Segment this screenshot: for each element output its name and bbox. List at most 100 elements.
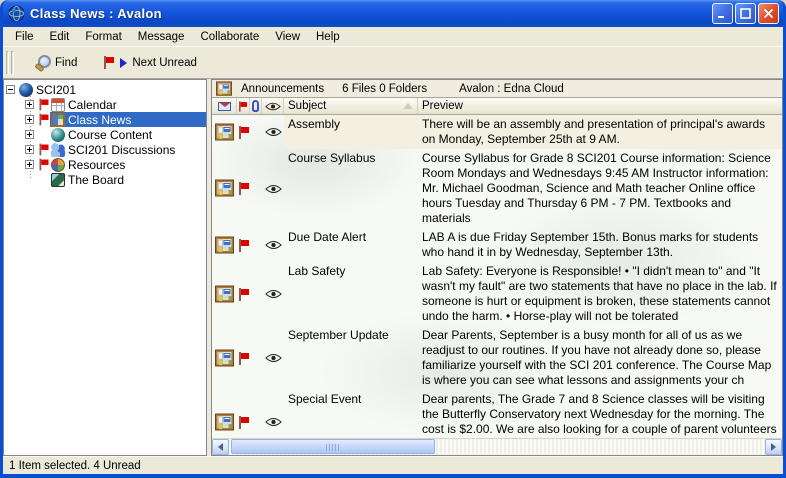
message-row-assembly[interactable]: Assembly There will be an assembly and p… bbox=[212, 115, 782, 149]
message-row-lab-safety[interactable]: Lab Safety Lab Safety: Everyone is Respo… bbox=[212, 262, 782, 326]
window-controls bbox=[710, 3, 779, 24]
board-icon bbox=[51, 173, 65, 187]
calendar-icon bbox=[51, 98, 65, 112]
class-news-icon bbox=[51, 113, 65, 127]
bulletin-item-icon bbox=[214, 236, 235, 255]
bulletin-item-icon bbox=[214, 285, 235, 304]
message-subject: Lab Safety bbox=[284, 262, 418, 326]
status-bar: 1 Item selected. 4 Unread bbox=[3, 456, 783, 474]
minimize-button[interactable] bbox=[712, 3, 733, 24]
unread-flag-icon bbox=[38, 99, 49, 111]
expand-box-icon[interactable] bbox=[25, 145, 34, 154]
unread-flag-icon bbox=[238, 126, 250, 139]
column-subject[interactable]: Subject bbox=[284, 98, 418, 114]
bulletin-board-icon bbox=[215, 81, 233, 97]
server-user-location: Avalon : Edna Cloud bbox=[459, 83, 564, 95]
application-window: Class News : Avalon FileEditFormatMessag… bbox=[0, 0, 786, 478]
menu-item-view[interactable]: View bbox=[267, 29, 308, 45]
file-folder-counts: 6 Files 0 Folders bbox=[342, 83, 427, 95]
eye-icon bbox=[265, 240, 282, 250]
tree-item-resources[interactable]: Resources bbox=[4, 157, 206, 172]
menubar: FileEditFormatMessageCollaborateViewHelp bbox=[3, 27, 783, 46]
folder-tree: SCI201 Calendar Class News Course Conten… bbox=[4, 80, 206, 187]
expand-box-icon[interactable] bbox=[25, 115, 34, 124]
message-preview: Dear Parents, September is a busy month … bbox=[418, 326, 782, 390]
tree-item-calendar[interactable]: Calendar bbox=[4, 97, 206, 112]
menu-item-message[interactable]: Message bbox=[130, 29, 193, 45]
menu-item-edit[interactable]: Edit bbox=[42, 29, 78, 45]
tree-item-sci201-discussions[interactable]: SCI201 Discussions bbox=[4, 142, 206, 157]
eye-icon bbox=[265, 289, 282, 299]
expand-box-icon[interactable] bbox=[25, 130, 34, 139]
eye-icon bbox=[265, 184, 282, 194]
tree-item-sci201[interactable]: SCI201 bbox=[4, 82, 206, 97]
message-preview: LAB A is due Friday September 15th. Bonu… bbox=[418, 228, 782, 262]
scrollbar-thumb[interactable] bbox=[231, 439, 435, 454]
message-row-due-date-alert[interactable]: Due Date Alert LAB A is due Friday Septe… bbox=[212, 228, 782, 262]
column-flag-icon[interactable] bbox=[237, 98, 250, 114]
maximize-button[interactable] bbox=[735, 3, 756, 24]
tree-item-label: SCI201 bbox=[36, 83, 76, 97]
scrollbar-track[interactable] bbox=[230, 439, 782, 455]
next-unread-button[interactable]: Next Unread bbox=[97, 53, 203, 72]
eye-icon bbox=[265, 417, 282, 427]
status-text: 1 Item selected. 4 Unread bbox=[9, 460, 141, 472]
sort-ascending-icon bbox=[403, 103, 413, 109]
message-subject: Special Event bbox=[284, 390, 418, 438]
message-subject: Assembly bbox=[284, 115, 418, 149]
eye-icon bbox=[265, 353, 282, 363]
unread-flag-icon bbox=[38, 114, 49, 126]
horizontal-scrollbar[interactable] bbox=[212, 438, 782, 455]
course-content-icon bbox=[51, 128, 65, 142]
message-row-course-syllabus[interactable]: Course Syllabus Course Syllabus for Grad… bbox=[212, 149, 782, 228]
column-header-row: Subject Preview bbox=[212, 98, 782, 115]
discussions-icon bbox=[51, 143, 65, 157]
column-attachment-icon[interactable] bbox=[250, 98, 262, 114]
scroll-left-button[interactable] bbox=[212, 439, 229, 455]
scroll-right-button[interactable] bbox=[765, 439, 782, 455]
close-button[interactable] bbox=[758, 3, 779, 24]
column-read-icon[interactable] bbox=[262, 98, 284, 114]
column-message-icon[interactable] bbox=[212, 98, 237, 114]
folder-tree-panel: SCI201 Calendar Class News Course Conten… bbox=[3, 79, 207, 456]
message-subject: Course Syllabus bbox=[284, 149, 418, 228]
toolbar-gripper[interactable] bbox=[6, 51, 14, 75]
message-subject: September Update bbox=[284, 326, 418, 390]
find-button[interactable]: Find bbox=[28, 52, 83, 74]
expand-box-icon[interactable] bbox=[25, 100, 34, 109]
bulletin-item-icon bbox=[214, 413, 235, 432]
unread-flag-icon bbox=[238, 416, 250, 429]
flag-icon bbox=[103, 56, 115, 69]
column-preview[interactable]: Preview bbox=[418, 98, 782, 114]
tree-item-the-board[interactable]: The Board bbox=[4, 172, 206, 187]
conference-globe-icon bbox=[19, 83, 33, 97]
menu-item-collaborate[interactable]: Collaborate bbox=[192, 29, 267, 45]
message-list-panel: Announcements 6 Files 0 Folders Avalon :… bbox=[211, 79, 783, 456]
menu-item-file[interactable]: File bbox=[7, 29, 42, 45]
menu-item-help[interactable]: Help bbox=[308, 29, 348, 45]
message-preview: Course Syllabus for Grade 8 SCI201 Cours… bbox=[418, 149, 782, 228]
find-button-label: Find bbox=[55, 57, 77, 69]
tree-item-label: SCI201 Discussions bbox=[68, 143, 175, 157]
expand-box-icon[interactable] bbox=[25, 160, 34, 169]
eye-icon bbox=[265, 127, 282, 137]
collapse-box-icon[interactable] bbox=[6, 85, 15, 94]
paperclip-icon bbox=[252, 100, 259, 112]
message-row-special-event[interactable]: Special Event Dear parents, The Grade 7 … bbox=[212, 390, 782, 438]
tree-item-label: Class News bbox=[68, 113, 131, 127]
column-preview-label: Preview bbox=[422, 100, 463, 112]
tree-item-course-content[interactable]: Course Content bbox=[4, 127, 206, 142]
menu-item-format[interactable]: Format bbox=[77, 29, 129, 45]
message-preview: Dear parents, The Grade 7 and 8 Science … bbox=[418, 390, 782, 438]
magnifier-icon bbox=[34, 55, 50, 71]
unread-flag-icon bbox=[238, 239, 250, 252]
bulletin-item-icon bbox=[214, 123, 235, 142]
tree-item-label: Calendar bbox=[68, 98, 117, 112]
tree-item-class-news[interactable]: Class News bbox=[4, 112, 206, 127]
message-subject: Due Date Alert bbox=[284, 228, 418, 262]
message-row-september-update[interactable]: September Update Dear Parents, September… bbox=[212, 326, 782, 390]
window-globe-icon bbox=[8, 5, 25, 22]
message-preview: Lab Safety: Everyone is Responsible! • "… bbox=[418, 262, 782, 326]
conference-title: Announcements bbox=[241, 83, 324, 95]
tree-item-label: Resources bbox=[68, 158, 125, 172]
